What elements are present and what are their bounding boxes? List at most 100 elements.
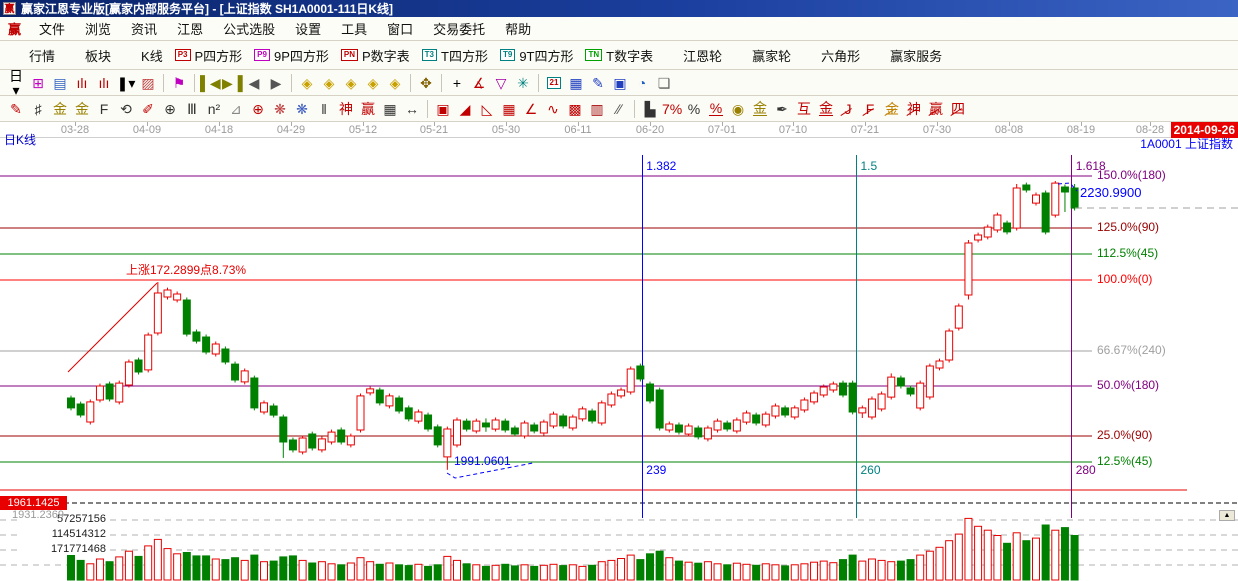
- fan-lines-tool[interactable]: ◢: [454, 99, 476, 119]
- hand-tool-button[interactable]: ✥: [415, 73, 437, 93]
- wave-tool[interactable]: ∿: [542, 99, 564, 119]
- p-square-button[interactable]: P3P四方形: [169, 43, 248, 68]
- angle-lines-tool[interactable]: ∠: [520, 99, 542, 119]
- calculator-icon[interactable]: ▦: [565, 73, 587, 93]
- winner-wheel-button-label: 赢家轮: [752, 46, 791, 65]
- candle-period-dropdown[interactable]: ❚▾: [115, 73, 137, 93]
- kline-button[interactable]: K线: [117, 43, 169, 68]
- red-grid-tool[interactable]: ▦: [498, 99, 520, 119]
- mini-chart9-icon[interactable]: ılı: [93, 73, 115, 93]
- menu-item-2[interactable]: 资讯: [121, 16, 167, 41]
- percent7-tool[interactable]: 7%: [661, 99, 683, 119]
- zoom-diamond-button[interactable]: ◈: [340, 73, 362, 93]
- web-red-tool[interactable]: ❋: [269, 99, 291, 119]
- shen-square-tool[interactable]: 神: [335, 99, 357, 119]
- gann-level-label-4: 66.67%(240): [1097, 343, 1166, 357]
- crosshair-button[interactable]: +: [446, 73, 468, 93]
- multi-line-tool[interactable]: ‖: [313, 99, 335, 119]
- menu-item-9[interactable]: 帮助: [495, 16, 541, 41]
- flag-icon[interactable]: ⚑: [168, 73, 190, 93]
- winner-wheel-button[interactable]: 赢家轮: [728, 43, 797, 68]
- marker-pen-tool[interactable]: ✐: [137, 99, 159, 119]
- n-square-tool[interactable]: n²: [203, 99, 225, 119]
- gann-wheel-button[interactable]: 江恩轮: [659, 43, 728, 68]
- winner-service-button[interactable]: 赢家服务: [866, 43, 948, 68]
- t9-square-button[interactable]: T99T四方形: [494, 43, 580, 68]
- f-angle-tool[interactable]: F: [859, 99, 881, 119]
- shrink-x-button[interactable]: ◈: [296, 73, 318, 93]
- shape-purple-button[interactable]: ▽: [490, 73, 512, 93]
- tri-fan-tool[interactable]: ◺: [476, 99, 498, 119]
- ink-tool[interactable]: ✒: [771, 99, 793, 119]
- analysis-button[interactable]: ✳: [512, 73, 534, 93]
- expand-x-button[interactable]: ◈: [362, 73, 384, 93]
- menu-item-3[interactable]: 江恩: [167, 16, 213, 41]
- spiral-tool[interactable]: ⟲: [115, 99, 137, 119]
- nav-prev-button[interactable]: ◀: [243, 73, 265, 93]
- p9-square-button[interactable]: P99P四方形: [248, 43, 335, 68]
- gold-square2-tool[interactable]: 金: [71, 99, 93, 119]
- pattern-red-icon[interactable]: ▨: [137, 73, 159, 93]
- shrink-y-button[interactable]: ◈: [318, 73, 340, 93]
- menu-item-0[interactable]: 文件: [29, 16, 75, 41]
- t-square-button[interactable]: T3T四方形: [416, 43, 494, 68]
- target-tool[interactable]: ⊕: [247, 99, 269, 119]
- nav-first-button[interactable]: ▌◀: [199, 73, 221, 93]
- nav-next-button[interactable]: ▶: [265, 73, 287, 93]
- box-select-tool[interactable]: ▣: [432, 99, 454, 119]
- angle-measure-button[interactable]: ∡: [468, 73, 490, 93]
- f-square-tool[interactable]: F: [93, 99, 115, 119]
- info-board-icon[interactable]: ▤: [49, 73, 71, 93]
- menu-item-1[interactable]: 浏览: [75, 16, 121, 41]
- quotes-button[interactable]: 行情: [5, 43, 61, 68]
- p-number-button[interactable]: PNP数字表: [335, 43, 416, 68]
- gold-red-tool[interactable]: 金: [815, 99, 837, 119]
- period-day-dropdown[interactable]: 日▾: [5, 73, 27, 93]
- gold-line-tool[interactable]: 金: [749, 99, 771, 119]
- expand-y-button[interactable]: ◈: [384, 73, 406, 93]
- export-icon[interactable]: ❏: [653, 73, 675, 93]
- percent-tool[interactable]: %: [683, 99, 705, 119]
- circle-cross-tool[interactable]: ⊕: [159, 99, 181, 119]
- chart-clock-icon[interactable]: ◔: [631, 73, 653, 93]
- mini-chart3-icon-icon: ılı: [75, 76, 89, 90]
- window-title: 赢家江恩专业版[赢家内部服务平台] - [上证指数 SH1A0001-111日K…: [21, 0, 393, 17]
- gold-square-tool[interactable]: 金: [49, 99, 71, 119]
- shen-angle-tool[interactable]: 神: [903, 99, 925, 119]
- volume-scroll-up-button[interactable]: ▲: [1219, 510, 1235, 521]
- percent-line-tool[interactable]: %: [705, 99, 727, 119]
- gold-circle-tool[interactable]: ◉: [727, 99, 749, 119]
- menu-item-6[interactable]: 工具: [331, 16, 377, 41]
- t-number-button[interactable]: TNT数字表: [579, 43, 659, 68]
- h-measure-tool[interactable]: ↔: [401, 99, 423, 119]
- menu-item-8[interactable]: 交易委托: [423, 16, 495, 41]
- ying-angle-tool[interactable]: 赢: [925, 99, 947, 119]
- save-icon[interactable]: ▣: [609, 73, 631, 93]
- notes-icon[interactable]: ✎: [587, 73, 609, 93]
- volume-bars-tool[interactable]: ▙: [639, 99, 661, 119]
- grid-dense2-tool[interactable]: ▥: [586, 99, 608, 119]
- gold-angle-tool[interactable]: 金: [881, 99, 903, 119]
- hexagon-button[interactable]: 六角形: [797, 43, 866, 68]
- menu-item-4[interactable]: 公式选股: [213, 16, 285, 41]
- grid-dense-tool[interactable]: ▩: [564, 99, 586, 119]
- pattern-grid-icon[interactable]: ⊞: [27, 73, 49, 93]
- mirror-angle-tool[interactable]: ⊿: [225, 99, 247, 119]
- web-blue-tool[interactable]: ❋: [291, 99, 313, 119]
- hash-tool[interactable]: Ⅲ: [181, 99, 203, 119]
- hu-tool[interactable]: 互: [793, 99, 815, 119]
- slash-tool[interactable]: ∕∕: [608, 99, 630, 119]
- nav-last-button[interactable]: ▶▐: [221, 73, 243, 93]
- menu-item-7[interactable]: 窗口: [377, 16, 423, 41]
- sketch-pen-tool[interactable]: ✎: [5, 99, 27, 119]
- ruler-tool[interactable]: ▦: [379, 99, 401, 119]
- ying-square-tool[interactable]: 赢: [357, 99, 379, 119]
- si-angle-tool[interactable]: 四: [947, 99, 969, 119]
- calendar-icon[interactable]: 21: [543, 73, 565, 93]
- sectors-button[interactable]: 板块: [61, 43, 117, 68]
- j-angle-tool[interactable]: J: [837, 99, 859, 119]
- menu-item-5[interactable]: 设置: [285, 16, 331, 41]
- kline-chart[interactable]: [0, 122, 1238, 581]
- mini-chart3-icon[interactable]: ılı: [71, 73, 93, 93]
- grid-lines-tool[interactable]: ♯: [27, 99, 49, 119]
